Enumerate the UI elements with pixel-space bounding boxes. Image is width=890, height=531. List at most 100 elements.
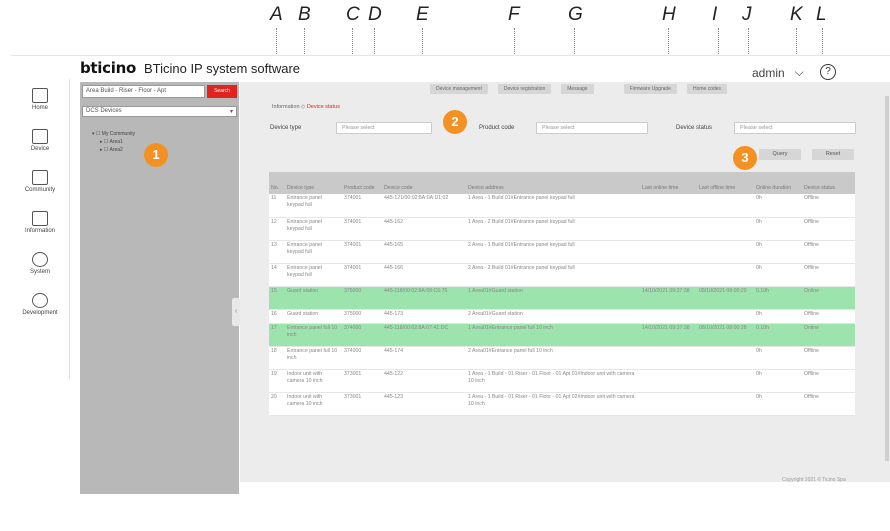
toolbar: Device management Device registration Me… [240, 84, 728, 96]
reset-button[interactable]: Reset [812, 149, 854, 160]
cell-duration: 0h [754, 369, 802, 393]
device-icon [32, 129, 48, 144]
cell-duration: 0h [754, 217, 802, 241]
tree-select-value: DCS Devices [86, 108, 122, 114]
cell-code: 445-165 [382, 240, 466, 264]
cell-online [640, 346, 697, 370]
cell-no: 17 [269, 323, 285, 347]
chevron-down-icon: ▾ [229, 109, 233, 115]
cell-no: 18 [269, 346, 285, 370]
cell-offline [697, 346, 754, 370]
cell-product: 374001 [342, 263, 382, 287]
cell-no: 14 [269, 263, 285, 287]
cell-offline: 08/10/2021 08:00:28 [697, 323, 754, 347]
table-row[interactable]: 17 Entrance panel full 10 inch 374000 445-1… [269, 323, 855, 347]
cell-no: 13 [269, 240, 285, 264]
collapse-panel-handle[interactable]: ‹ [232, 298, 240, 326]
tree-search-button[interactable]: Search [207, 85, 237, 98]
table-row[interactable]: 16 Guard station 375000 445-173 2 Area01#Gua… [269, 309, 855, 324]
tree-type-select[interactable]: DCS Devices ▾ [82, 106, 237, 117]
cell-no: 16 [269, 309, 285, 324]
message-button[interactable]: Message [561, 84, 594, 94]
cell-code: 445-173 [382, 309, 466, 324]
device-registration-button[interactable]: Device registration [497, 84, 552, 94]
home-icon [32, 88, 48, 103]
column-header: Last offline time [697, 172, 754, 194]
cell-offline: 08/10/2021 08:00:29 [697, 286, 754, 310]
table-row[interactable]: 12 Entrance panel keypad full 374001 445-16… [269, 217, 855, 241]
cell-status: Offline [802, 240, 855, 264]
callout-letter: J [742, 4, 752, 25]
callout-letter: C [346, 4, 360, 25]
column-header: Last online time [640, 172, 697, 194]
nav-item-development[interactable]: Development [11, 284, 69, 325]
scrollbar[interactable] [885, 96, 889, 461]
user-menu[interactable]: admin ⌵ [752, 65, 804, 80]
copyright-text: Copyright 2021 © Ticino Spa [782, 477, 846, 483]
tree-node-area1[interactable]: ▸ ☐ Area1 [100, 139, 123, 145]
cell-duration: 0.10h [754, 286, 802, 310]
cell-status: Offline [802, 263, 855, 287]
product-code-label: Product code [479, 125, 515, 131]
nav-label: System [29, 269, 50, 275]
cell-no: 15 [269, 286, 285, 310]
nav-item-community[interactable]: Community [11, 161, 69, 202]
product-code-select[interactable]: Please select [536, 122, 648, 134]
breadcrumb-parent[interactable]: Information [272, 104, 300, 110]
cell-status: Offline [802, 194, 855, 218]
table-row[interactable]: 19 Indoor unit with camera 10 inch 373001 4… [269, 369, 855, 393]
nav-item-system[interactable]: System [11, 243, 69, 284]
cell-offline [697, 392, 754, 416]
cell-address: 1 Area - 1 Build - 01 Riser - 01 Floor -… [466, 369, 640, 393]
callout-letter: B [298, 4, 311, 25]
table-row[interactable]: 18 Entrance panel full 10 inch 374000 445-1… [269, 346, 855, 370]
cell-type: Entrance panel full 10 inch [285, 323, 342, 347]
tree-search-input[interactable]: Area Build - Riser - Floor - Apt [82, 85, 205, 98]
table-row[interactable]: 20 Indoor unit with camera 10 inch 373001 4… [269, 392, 855, 416]
community-icon [32, 170, 48, 185]
device-type-select[interactable]: Please select [336, 122, 432, 134]
query-button[interactable]: Query [759, 149, 801, 160]
table-row[interactable]: 11 Entrance panel keypad full 374001 445-12… [269, 194, 855, 218]
callout-letter: E [416, 4, 429, 25]
nav-label: Community [24, 187, 56, 193]
cell-type: Guard station [285, 309, 342, 324]
nav-item-information[interactable]: Information [11, 202, 69, 243]
cell-no: 19 [269, 369, 285, 393]
sidebar-nav: Home Device Community Information System… [11, 79, 70, 379]
help-icon[interactable]: ? [820, 64, 836, 80]
callout-badge-1: 1 [144, 143, 168, 167]
tree-node-area2[interactable]: ▸ ☐ Area2 [100, 147, 123, 153]
cell-no: 11 [269, 194, 285, 218]
tree-node-root[interactable]: ▾ ☐ My Community [92, 131, 135, 137]
cell-product: 374000 [342, 323, 382, 347]
table-row[interactable]: 15 Guard station 375000 445-118/00:02:8A:68… [269, 286, 855, 310]
cell-offline [697, 194, 754, 218]
cell-no: 12 [269, 217, 285, 241]
cell-online [640, 263, 697, 287]
column-header: Device address [466, 172, 640, 194]
callout-letter: H [662, 4, 676, 25]
cell-code: 445-123 [382, 392, 466, 416]
firmware-upgrade-button[interactable]: Firmware Upgrade [623, 84, 677, 94]
cell-product: 374000 [342, 346, 382, 370]
nav-item-device[interactable]: Device [11, 120, 69, 161]
cell-status: Offline [802, 369, 855, 393]
breadcrumb: Information ◇ Device status [272, 104, 340, 110]
cell-address: 1 Area01#Entrance panel full 10 inch [466, 323, 640, 347]
gear-icon [32, 293, 48, 308]
callout-badge-2: 2 [443, 110, 467, 134]
cell-duration: 0h [754, 309, 802, 324]
cell-duration: 0h [754, 194, 802, 218]
device-management-button[interactable]: Device management [430, 84, 488, 94]
nav-item-home[interactable]: Home [11, 79, 69, 120]
cell-code: 445-121/00:02:8A:0A:D1:02 [382, 194, 466, 218]
device-status-select[interactable]: Please select [734, 122, 856, 134]
cell-offline [697, 240, 754, 264]
nav-label: Development [22, 310, 58, 316]
gear-icon [32, 252, 48, 267]
page: AB CD E F G H I J KL bticino BTicino IP system s… [0, 0, 890, 531]
table-row[interactable]: 14 Entrance panel keypad full 374001 445-16… [269, 263, 855, 287]
table-row[interactable]: 13 Entrance panel keypad full 374001 445-16… [269, 240, 855, 264]
home-codes-button[interactable]: Home codes [686, 84, 728, 94]
